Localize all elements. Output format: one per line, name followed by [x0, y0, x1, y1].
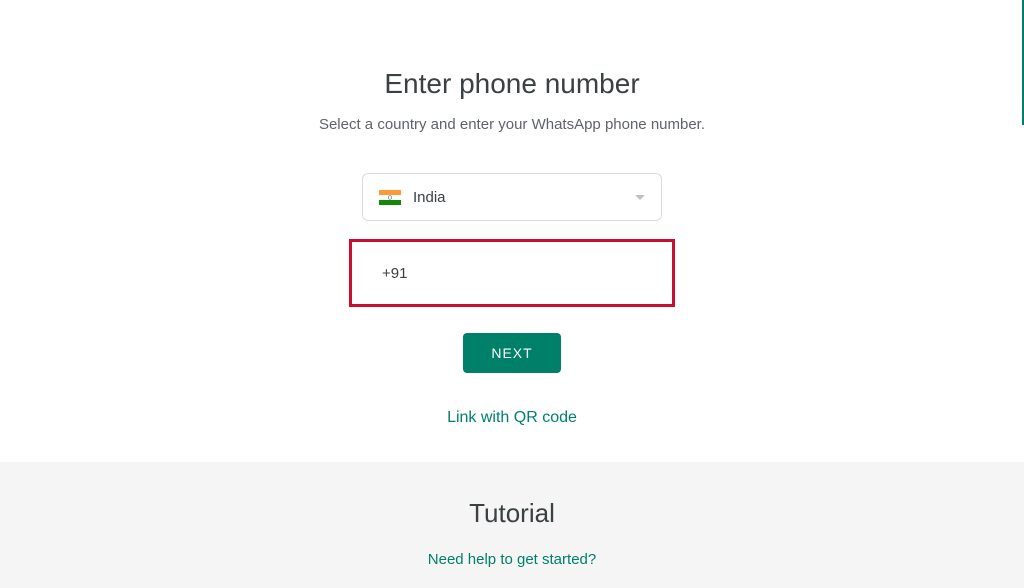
selected-country-label: India — [413, 189, 635, 206]
tutorial-section: Tutorial Need help to get started? — [0, 462, 1024, 588]
page-subtitle: Select a country and enter your WhatsApp… — [319, 116, 705, 133]
chevron-down-icon — [635, 195, 645, 200]
link-with-qr-code-link[interactable]: Link with QR code — [447, 409, 577, 427]
country-code-prefix: +91 — [382, 265, 407, 282]
country-selector[interactable]: India — [362, 173, 662, 221]
india-flag-icon — [379, 190, 401, 205]
tutorial-title: Tutorial — [469, 498, 555, 529]
phone-number-input[interactable]: +91 — [349, 239, 675, 307]
phone-entry-panel: Enter phone number Select a country and … — [0, 0, 1024, 427]
next-button[interactable]: NEXT — [463, 333, 560, 373]
tutorial-help-link[interactable]: Need help to get started? — [428, 551, 596, 568]
page-title: Enter phone number — [384, 68, 639, 100]
